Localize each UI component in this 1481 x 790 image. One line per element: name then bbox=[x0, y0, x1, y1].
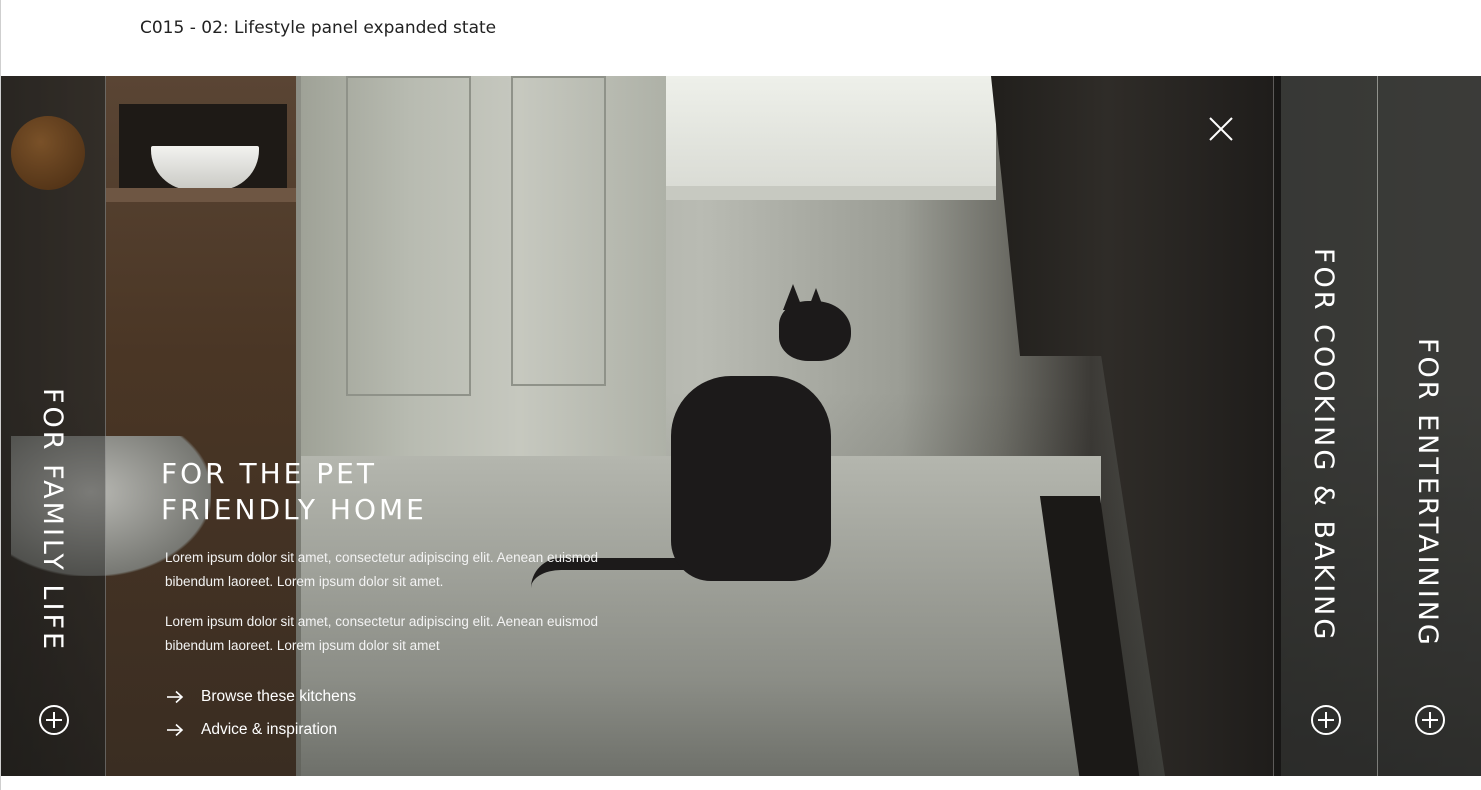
frame-label: C015 - 02: Lifestyle panel expanded stat… bbox=[140, 18, 497, 38]
expand-entertaining-plus-icon[interactable] bbox=[1415, 705, 1445, 735]
arrow-right-icon bbox=[167, 690, 184, 703]
expand-cooking-baking-plus-icon[interactable] bbox=[1311, 705, 1341, 735]
expanded-panel-title: FOR THE PET FRIENDLY HOME bbox=[161, 456, 661, 528]
expanded-panel-content: FOR THE PET FRIENDLY HOME Lorem ipsum do… bbox=[161, 456, 661, 746]
panel-title-cooking-baking: FOR COOKING & BAKING bbox=[1308, 248, 1339, 643]
cat-head bbox=[779, 301, 851, 361]
lifestyle-panels: FOR FAMILY LIFE FOR COOKING & BAKING FOR… bbox=[1, 76, 1481, 776]
close-icon[interactable] bbox=[1206, 114, 1236, 144]
description-paragraph: Lorem ipsum dolor sit amet, consectetur … bbox=[165, 550, 598, 589]
title-line-2: FRIENDLY HOME bbox=[161, 493, 427, 526]
expand-family-life-plus-icon[interactable] bbox=[39, 705, 69, 735]
panel-title-family-life: FOR FAMILY LIFE bbox=[37, 388, 68, 653]
panel-divider bbox=[1273, 76, 1274, 776]
cat-body bbox=[671, 376, 831, 581]
browse-kitchens-link[interactable]: Browse these kitchens bbox=[165, 680, 661, 713]
link-label: Advice & inspiration bbox=[201, 720, 338, 738]
title-line-1: FOR THE PET bbox=[161, 457, 377, 490]
window bbox=[666, 76, 996, 191]
arrow-right-icon bbox=[167, 723, 184, 736]
description-paragraph: Lorem ipsum dolor sit amet, consectetur … bbox=[165, 614, 598, 653]
panel-divider bbox=[1377, 76, 1378, 776]
shelf-board bbox=[106, 188, 296, 202]
cabinet-panel bbox=[511, 76, 606, 386]
cabinet-panel bbox=[346, 76, 471, 396]
panel-links: Browse these kitchens Advice & inspirati… bbox=[161, 680, 661, 746]
advice-inspiration-link[interactable]: Advice & inspiration bbox=[165, 713, 661, 746]
panel-divider bbox=[105, 76, 106, 776]
panel-title-entertaining: FOR ENTERTAINING bbox=[1412, 338, 1443, 648]
link-label: Browse these kitchens bbox=[201, 687, 357, 705]
window-sill bbox=[666, 186, 996, 200]
